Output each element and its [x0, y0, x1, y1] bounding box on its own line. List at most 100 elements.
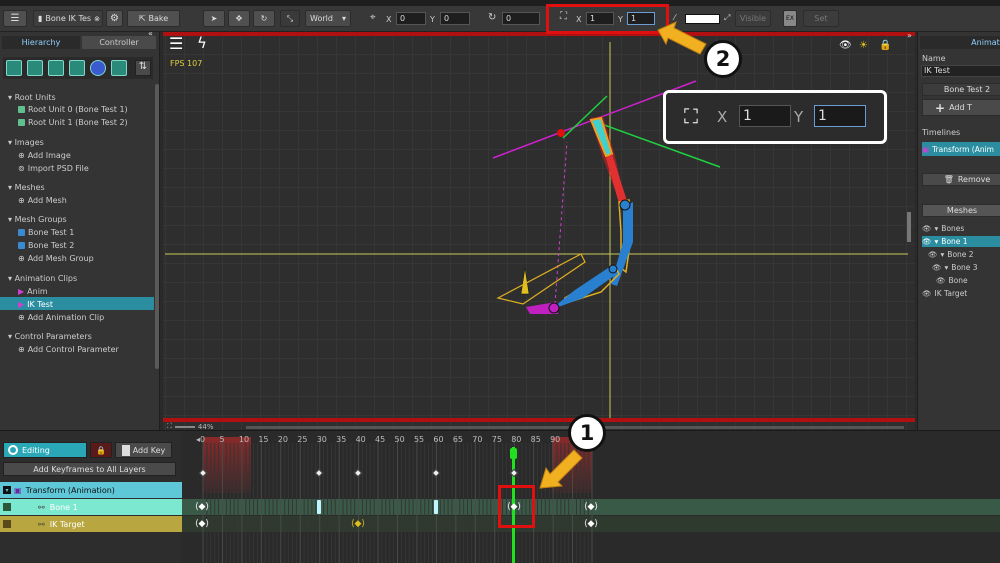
bake-button[interactable]: ⇱ Bake — [127, 10, 180, 27]
bone-3-joint — [608, 264, 618, 274]
editing-toggle[interactable]: Editing — [3, 442, 87, 458]
move-tool-button[interactable]: ✥ — [228, 10, 250, 27]
tree-item-bone-test-2[interactable]: Bone Test 2 — [18, 241, 74, 250]
tick-label: 5 — [219, 435, 225, 444]
settings-button[interactable]: ⚙ — [106, 10, 123, 27]
tree-item-add-image[interactable]: ⊕ Add Image — [18, 151, 71, 160]
rotate-tool-button[interactable]: ↻ — [253, 10, 275, 27]
item-label: Add Mesh — [27, 196, 67, 205]
timeline-item-transform[interactable]: ▣ Transform (Anim — [922, 142, 1000, 156]
pos-x-label: X — [386, 15, 392, 24]
keyframe-ik-target[interactable]: ⟨◆⟩ — [351, 519, 365, 529]
tab-hierarchy[interactable]: Hierarchy — [2, 36, 80, 49]
tree-bone-3[interactable]: 👁 ▾ Bone 3 — [922, 262, 1000, 273]
tree-item-import-psd[interactable]: ⊚ Import PSD File — [18, 164, 89, 173]
tab-animation[interactable]: Animati — [920, 36, 1000, 49]
item-label: Import PSD File — [27, 164, 89, 173]
group-mesh-groups[interactable]: ▾ Mesh Groups — [8, 215, 67, 224]
tick-label: 45 — [375, 435, 386, 444]
remove-timeline-button[interactable]: 🗑 Remove — [922, 173, 1000, 186]
tree-item-add-animation-clip[interactable]: ⊕ Add Animation Clip — [18, 313, 104, 322]
playhead-handle[interactable] — [510, 448, 517, 459]
anim-clip-icon: ▶ — [18, 287, 25, 296]
filter-image-icon[interactable] — [27, 60, 43, 76]
group-meshes[interactable]: ▾ Meshes — [8, 183, 45, 192]
tree-item-bone-test-1[interactable]: Bone Test 1 — [18, 228, 74, 237]
group-animation-clips[interactable]: ▾ Animation Clips — [8, 274, 77, 283]
zoom-slider[interactable] — [174, 425, 195, 428]
root-unit-icon — [18, 106, 25, 113]
cursor-icon: ➤ — [210, 14, 218, 23]
sort-icon[interactable]: ⇅ — [135, 60, 151, 76]
tree-bone-4[interactable]: 👁 Bone — [922, 275, 1000, 286]
group-images[interactable]: ▾ Images — [8, 138, 44, 147]
lightning-icon[interactable]: ϟ — [197, 35, 207, 51]
timelines-label: Timelines — [922, 128, 961, 137]
root-unit-icon — [18, 119, 25, 126]
visible-button[interactable]: Visible — [735, 10, 771, 27]
row-label: IK Target — [934, 289, 968, 298]
filter-mesh-icon[interactable] — [48, 60, 64, 76]
collapse-left-icon[interactable]: « — [148, 29, 153, 38]
tree-item-root-unit-1[interactable]: Root Unit 1 (Bone Test 2) — [18, 118, 128, 127]
tab-meshes[interactable]: Meshes — [922, 204, 1000, 217]
item-label: Add Mesh Group — [27, 254, 94, 263]
lock-toggle-icon[interactable]: 🔒 — [879, 40, 891, 51]
add-key-button[interactable]: Add Key — [115, 442, 172, 458]
group-root-units[interactable]: ▾ Root Units — [8, 93, 56, 102]
filter-anim-icon[interactable] — [90, 60, 106, 76]
vertical-scrollbar[interactable] — [907, 212, 911, 242]
lock-key-button[interactable]: 🔒 — [90, 442, 112, 458]
filter-param-icon[interactable] — [111, 60, 127, 76]
tick-label: 55 — [413, 435, 425, 444]
tree-item-ik-test[interactable]: ▶ IK Test — [18, 300, 53, 309]
file-name: Bone IK Tes — [45, 14, 92, 23]
pos-y-input[interactable]: 0 — [440, 12, 470, 25]
clip-name-input[interactable]: IK Test — [921, 65, 1000, 77]
layer-row-transform[interactable]: ▾ ▣ Transform (Animation) — [0, 482, 182, 498]
viewport-menu-icon[interactable]: ☰ — [169, 36, 189, 54]
top-red-band — [163, 32, 915, 36]
keyframe-ik-target[interactable]: ⟨◆⟩ — [584, 519, 598, 529]
keyframe-bone-1[interactable]: ⟨◆⟩ — [195, 502, 209, 512]
file-selector[interactable]: ▮ Bone IK Tes ⊗ — [33, 10, 103, 27]
left-scrollbar[interactable] — [155, 84, 159, 369]
extra-icon[interactable]: EX — [783, 10, 797, 27]
anim-clip-icon: ▶ — [18, 300, 25, 309]
tree-item-add-mesh[interactable]: ⊕ Add Mesh — [18, 196, 67, 205]
filter-meshgroup-icon[interactable] — [69, 60, 85, 76]
add-timeline-button[interactable]: + Add T — [922, 99, 1000, 116]
tree-bone-2[interactable]: 👁 ▾ Bone 2 — [922, 249, 1000, 260]
layer-row-bone-1[interactable]: ⚯ Bone 1 — [0, 499, 182, 515]
collapse-right-icon[interactable]: » — [907, 31, 912, 40]
pos-x-input[interactable]: 0 — [396, 12, 426, 25]
eye-toggle-icon[interactable]: 👁 — [839, 40, 852, 51]
set-button[interactable]: Set — [803, 10, 839, 27]
filter-root-icon[interactable] — [6, 60, 22, 76]
group-control-parameters[interactable]: ▾ Control Parameters — [8, 332, 92, 341]
select-tool-button[interactable]: ➤ — [203, 10, 225, 27]
target-mesh-group[interactable]: Bone Test 2 — [922, 83, 1000, 96]
tab-controller[interactable]: Controller — [82, 36, 156, 49]
space-dropdown[interactable]: World ▾ — [305, 10, 351, 27]
tree-ik-target[interactable]: 👁 IK Target — [922, 288, 1000, 299]
keyframe-bone-1[interactable] — [317, 500, 321, 514]
close-file-icon[interactable]: ⊗ — [94, 15, 100, 23]
keyframe-ik-target[interactable]: ⟨◆⟩ — [195, 519, 209, 529]
scale-tool-button[interactable]: ⤡ — [280, 10, 300, 27]
keyframe-bone-1[interactable] — [434, 500, 438, 514]
tree-bone-1[interactable]: 👁 ▾ Bone 1 — [922, 236, 1000, 247]
tree-item-add-control-parameter[interactable]: ⊕ Add Control Parameter — [18, 345, 119, 354]
rotation-input[interactable]: 0 — [502, 12, 540, 25]
layer-label: Transform (Animation) — [25, 485, 115, 495]
tree-bones[interactable]: 👁 ▾ Bones — [922, 223, 1000, 234]
tree-item-root-unit-0[interactable]: Root Unit 0 (Bone Test 1) — [18, 105, 128, 114]
bone-toggle-icon[interactable]: ☀ — [859, 40, 868, 51]
layer-row-ik-target[interactable]: ⚯ IK Target — [0, 516, 182, 532]
add-keyframes-all-button[interactable]: Add Keyframes to All Layers — [3, 462, 176, 476]
tree-item-add-mesh-group[interactable]: ⊕ Add Mesh Group — [18, 254, 94, 263]
tree-item-anim[interactable]: ▶ Anim — [18, 287, 48, 296]
menu-button[interactable]: ☰ — [3, 10, 27, 27]
color-swatch[interactable] — [685, 14, 720, 24]
keyframe-bone-1[interactable]: ⟨◆⟩ — [584, 502, 598, 512]
